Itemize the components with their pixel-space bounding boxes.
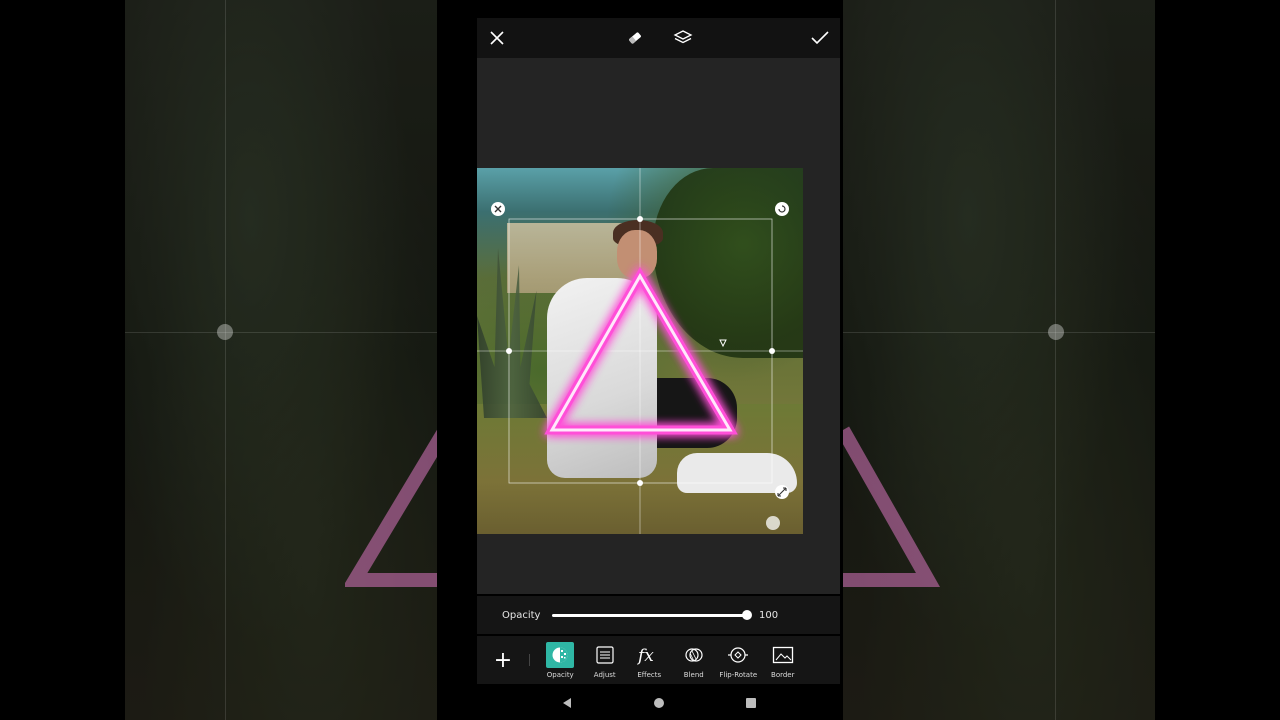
add-button[interactable]: + (477, 636, 529, 684)
flip-rotate-icon (724, 642, 752, 668)
bottom-toolbar: + Opacity Adjust fx Effects Blend Flip-R… (477, 636, 840, 684)
checkmark-icon[interactable] (800, 18, 840, 58)
blurred-triangle (843, 426, 941, 587)
eraser-icon[interactable] (615, 18, 655, 58)
tool-border[interactable]: Border (761, 636, 806, 684)
border-icon (769, 642, 797, 668)
right-handle (769, 348, 775, 354)
left-handle (506, 348, 512, 354)
opacity-label: Opacity (502, 609, 541, 621)
tool-blend[interactable]: Blend (672, 636, 717, 684)
recents-square-icon[interactable] (745, 694, 757, 713)
tool-label: Flip-Rotate (719, 671, 758, 679)
tool-flip-rotate[interactable]: Flip-Rotate (716, 636, 761, 684)
rotate-handle-icon (775, 202, 789, 216)
tool-label: Effects (637, 671, 662, 679)
tool-adjust[interactable]: Adjust (583, 636, 628, 684)
tool-label: Border (771, 671, 795, 679)
delete-sticker-icon (491, 202, 505, 216)
blend-icon (680, 642, 708, 668)
blurred-backdrop-left (125, 0, 437, 720)
close-icon[interactable] (477, 18, 517, 58)
editing-canvas (477, 58, 840, 594)
opacity-slider[interactable] (552, 609, 752, 620)
sticker-overlay[interactable] (477, 58, 840, 594)
opacity-control: Opacity 100 (477, 596, 840, 634)
blurred-backdrop-right (843, 0, 1155, 720)
tool-opacity[interactable]: Opacity (538, 636, 583, 684)
fx-icon: fx (635, 642, 663, 668)
tool-label: Blend (683, 671, 704, 679)
opacity-icon (546, 642, 575, 668)
tool-label: Adjust (593, 671, 616, 679)
opacity-value: 100 (759, 609, 779, 621)
tool-label: Opacity (546, 671, 574, 679)
scale-handle-icon (775, 485, 789, 499)
bottom-handle (637, 480, 643, 486)
blurred-triangle (345, 429, 437, 587)
back-triangle-icon[interactable] (561, 694, 573, 713)
phone-screen: Opacity 100 + Opacity Adjust fx Effects (437, 0, 843, 720)
layers-icon[interactable] (663, 18, 703, 58)
neon-triangle-core (549, 273, 733, 432)
opacity-slider-knob[interactable] (742, 609, 752, 620)
svg-text:fx: fx (637, 646, 654, 665)
watermark-logo-icon (719, 339, 727, 348)
top-handle (637, 216, 643, 222)
adjust-icon (591, 642, 619, 668)
home-circle-icon[interactable] (653, 694, 665, 713)
neon-triangle (544, 267, 738, 435)
tool-effects[interactable]: fx Effects (627, 636, 672, 684)
secondary-handle (766, 516, 780, 530)
editor-top-bar (477, 18, 840, 58)
system-nav-bar (477, 686, 840, 720)
